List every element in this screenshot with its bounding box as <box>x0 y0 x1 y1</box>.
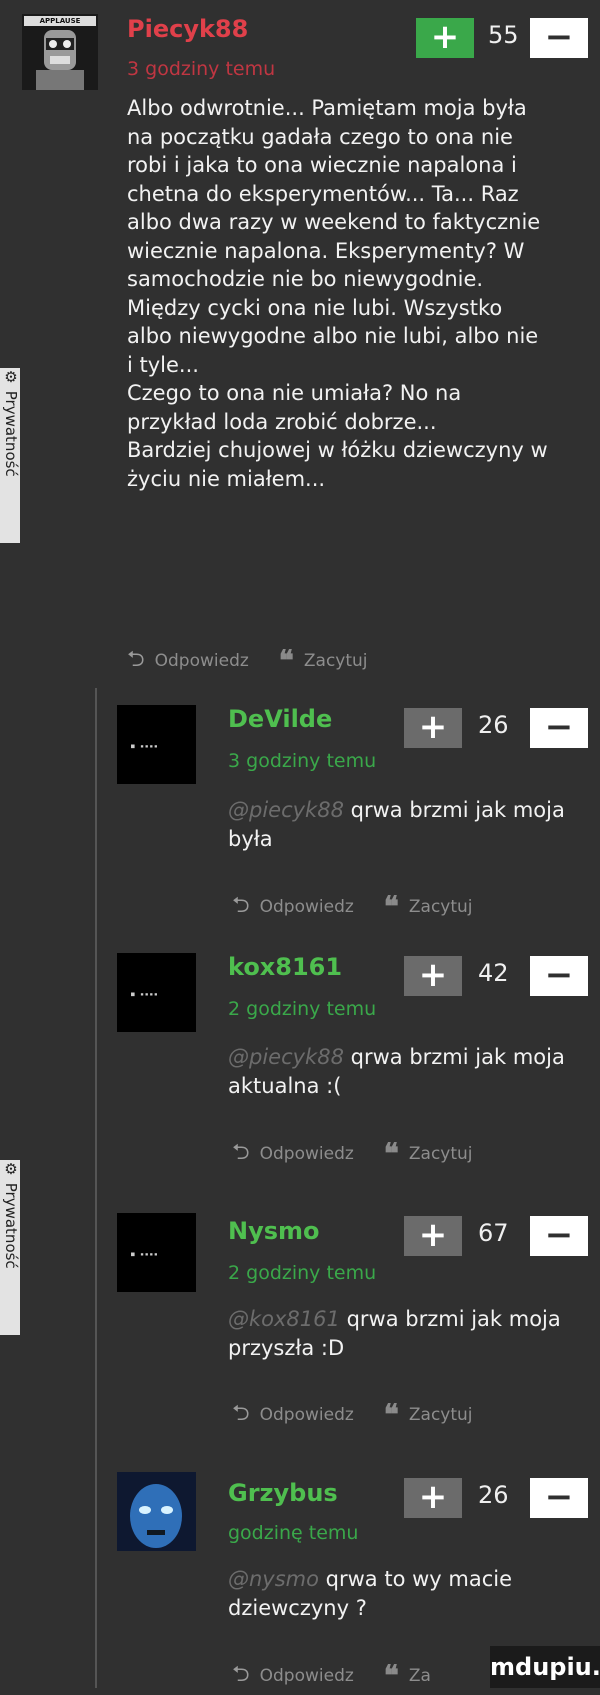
upvote-button[interactable]: + <box>416 18 474 58</box>
vote-score: 26 <box>478 711 509 739</box>
post-actions: ⮌ Odpowiedz ❝ Zacytuj <box>232 1135 473 1173</box>
reply-icon: ⮌ <box>127 647 145 672</box>
downvote-button[interactable]: − <box>530 1216 588 1256</box>
avatar-tag: ■ ▪▪▪▪ <box>131 991 159 998</box>
mention-link[interactable]: @nysmo <box>228 1567 319 1591</box>
downvote-button[interactable]: − <box>530 956 588 996</box>
post-time: 3 godziny temu <box>127 58 276 80</box>
post-line: i tyle... <box>127 352 199 377</box>
post-actions: ⮌ Odpowiedz ❝ Za <box>232 1657 431 1695</box>
mention-link[interactable]: @kox8161 <box>228 1307 340 1331</box>
privacy-tab-2[interactable]: ⚙ Prywatność <box>0 1160 20 1335</box>
post-line: Czego to ona nie umiała? No na <box>127 381 462 405</box>
post-line: na początku gadała czego to ona nie <box>127 124 513 149</box>
post-line: aktualna :( <box>228 1073 342 1098</box>
post-line: qrwa to wy macie <box>325 1567 513 1591</box>
quote-icon: ❝ <box>383 890 399 923</box>
vote-score: 67 <box>478 1219 509 1247</box>
quote-icon: ❝ <box>383 1398 399 1431</box>
quote-link[interactable]: Zacytuj <box>409 897 473 917</box>
reply-icon: ⮌ <box>232 1140 250 1165</box>
post-actions: ⮌ Odpowiedz ❝ Zacytuj <box>127 642 368 680</box>
post-body: Albo odwrotnie... Pamiętam moja była na … <box>127 94 587 493</box>
quote-icon: ❝ <box>383 1137 399 1170</box>
upvote-button[interactable]: + <box>404 1216 462 1256</box>
privacy-tab-1[interactable]: ⚙ Prywatność <box>0 368 20 543</box>
post-time: 3 godziny temu <box>228 750 377 772</box>
reply-icon: ⮌ <box>232 1662 250 1687</box>
upvote-button[interactable]: + <box>404 956 462 996</box>
post-line: wiecznie napalona. Eksperymenty? W <box>127 238 525 263</box>
mention-link[interactable]: @piecyk88 <box>228 798 344 822</box>
username[interactable]: Piecyk88 <box>127 15 248 43</box>
post-body: @piecyk88 qrwa brzmi jak moja była <box>228 796 598 853</box>
post-time: 2 godziny temu <box>228 998 377 1020</box>
username[interactable]: Nysmo <box>228 1217 320 1245</box>
avatar-tag: ■ ▪▪▪▪ <box>131 743 159 750</box>
post-line: robi i jaka to ona wiecznie napalona i <box>127 153 517 177</box>
post-body: @kox8161 qrwa brzmi jak moja przyszła :D <box>228 1305 598 1362</box>
post-line: albo niewygodne albo nie lubi, albo nie <box>127 324 539 348</box>
username[interactable]: kox8161 <box>228 953 342 981</box>
post-body: @nysmo qrwa to wy macie dziewczyny ? <box>228 1565 598 1622</box>
post-line: przykład loda zrobić dobrze... <box>127 409 437 434</box>
vote-score: 26 <box>478 1481 509 1509</box>
quote-link[interactable]: Zacytuj <box>304 651 368 671</box>
privacy-tab-label: ⚙ Prywatność <box>2 1160 20 1269</box>
post-line: qrwa brzmi jak moja <box>350 798 565 822</box>
avatar[interactable]: ■ ▪▪▪▪ <box>117 1213 196 1292</box>
downvote-button[interactable]: − <box>530 18 588 58</box>
post-body: @piecyk88 qrwa brzmi jak moja aktualna :… <box>228 1043 598 1100</box>
watermark: mdupiu.pl <box>490 1646 600 1688</box>
avatar[interactable]: ■ ▪▪▪▪ <box>117 953 196 1032</box>
username[interactable]: DeVilde <box>228 705 332 733</box>
post-line: qrwa brzmi jak moja <box>346 1307 561 1331</box>
reply-link[interactable]: Odpowiedz <box>260 1405 354 1425</box>
quote-icon: ❝ <box>383 1659 399 1692</box>
avatar-tag: ■ ▪▪▪▪ <box>131 1251 159 1258</box>
post-line: dziewczyny ? <box>228 1595 367 1620</box>
avatar[interactable] <box>117 1472 196 1551</box>
reply-link[interactable]: Odpowiedz <box>155 651 249 671</box>
reply-icon: ⮌ <box>232 1401 250 1426</box>
downvote-button[interactable]: − <box>530 708 588 748</box>
vote-score: 55 <box>488 21 519 49</box>
quote-icon: ❝ <box>278 644 294 677</box>
post-line: Albo odwrotnie... Pamiętam moja była <box>127 96 527 120</box>
post-line: chetna do eksperymentów... Ta... Raz <box>127 181 519 206</box>
post-line: albo dwa razy w weekend to faktycznie <box>127 210 541 234</box>
mention-link[interactable]: @piecyk88 <box>228 1045 344 1069</box>
privacy-tab-label: ⚙ Prywatność <box>2 368 20 477</box>
post-actions: ⮌ Odpowiedz ❝ Zacytuj <box>232 1396 473 1434</box>
post-time: godzinę temu <box>228 1522 359 1544</box>
downvote-button[interactable]: − <box>530 1478 588 1518</box>
avatar[interactable]: APPLAUSE <box>22 14 98 90</box>
quote-link[interactable]: Zacytuj <box>409 1144 473 1164</box>
upvote-button[interactable]: + <box>404 1478 462 1518</box>
post-line: przyszła :D <box>228 1335 345 1360</box>
post-line: qrwa brzmi jak moja <box>350 1045 565 1069</box>
post-actions: ⮌ Odpowiedz ❝ Zacytuj <box>232 888 473 926</box>
reply-link[interactable]: Odpowiedz <box>260 1666 354 1686</box>
quote-link[interactable]: Za <box>409 1666 431 1686</box>
reply-link[interactable]: Odpowiedz <box>260 1144 354 1164</box>
thread-line <box>95 688 97 1688</box>
face-icon <box>130 1484 182 1548</box>
post-line: Bardziej chujowej w łóżku dziewczyny w <box>127 438 548 462</box>
post-line: życiu nie miałem... <box>127 466 326 491</box>
vote-score: 42 <box>478 959 509 987</box>
post-line: samochodzie nie bo niewygodnie. <box>127 267 484 291</box>
quote-link[interactable]: Zacytuj <box>409 1405 473 1425</box>
reply-icon: ⮌ <box>232 893 250 918</box>
username[interactable]: Grzybus <box>228 1479 338 1507</box>
post-line: Między cycki ona nie lubi. Wszystko <box>127 295 503 320</box>
avatar[interactable]: ■ ▪▪▪▪ <box>117 705 196 784</box>
post-line: była <box>228 826 273 851</box>
reply-link[interactable]: Odpowiedz <box>260 897 354 917</box>
upvote-button[interactable]: + <box>404 708 462 748</box>
robot-icon <box>36 30 84 90</box>
post-time: 2 godziny temu <box>228 1262 377 1284</box>
